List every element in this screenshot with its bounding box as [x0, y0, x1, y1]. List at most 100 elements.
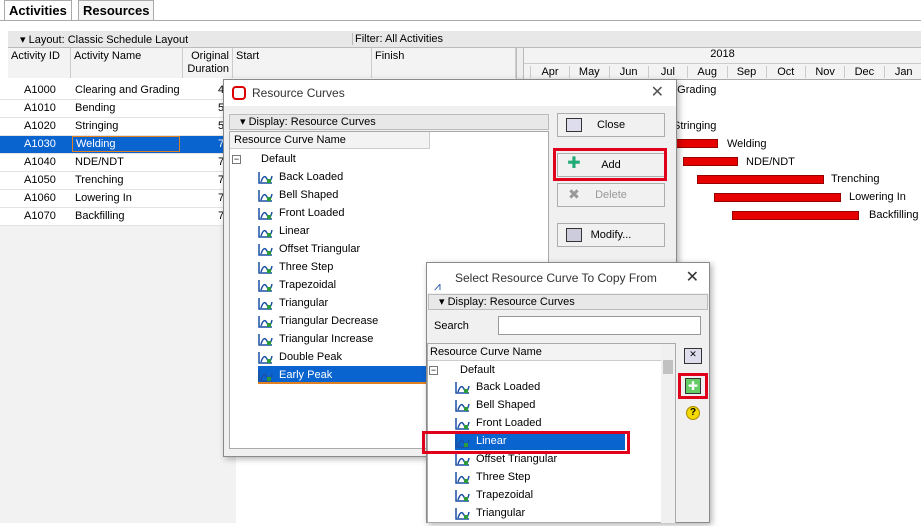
- resource-curve-icon: [455, 453, 470, 466]
- activity-name-cell: Stringing: [75, 120, 119, 132]
- gantt-bar-lowering[interactable]: [714, 193, 841, 202]
- month-label: Jul: [647, 66, 687, 78]
- resource-curve-item[interactable]: Offset Triangular: [258, 240, 360, 258]
- activity-id-cell: A1030: [24, 138, 56, 150]
- copy-curve-label: Three Step: [476, 471, 531, 483]
- resource-curve-icon: [258, 351, 273, 364]
- gantt-bar-trenching[interactable]: [697, 175, 824, 184]
- table-row[interactable]: A1020 Stringing 5: [0, 118, 236, 136]
- resource-curve-icon: [455, 507, 470, 520]
- table-row[interactable]: A1010 Bending 5: [0, 100, 236, 118]
- month-label: Nov: [805, 66, 844, 78]
- collapse-icon[interactable]: −: [232, 155, 241, 164]
- resource-curve-item[interactable]: Early Peak: [258, 366, 428, 384]
- close-window-icon: [566, 118, 582, 132]
- activity-id-cell: A1000: [24, 84, 56, 96]
- rc-tree-root[interactable]: − Default: [232, 150, 296, 168]
- activity-name-cell: Clearing and Grading: [75, 84, 180, 96]
- resource-curve-icon: [258, 333, 273, 346]
- chevron-down-icon: ▾: [439, 296, 448, 308]
- help-icon[interactable]: ?: [686, 406, 700, 420]
- table-row[interactable]: A1030 Welding 7: [0, 136, 236, 154]
- chevron-down-icon: ▾: [240, 116, 249, 128]
- tab-activities[interactable]: Activities: [4, 0, 72, 20]
- resource-curve-icon: [455, 471, 470, 484]
- resource-curve-label: Double Peak: [279, 351, 342, 363]
- col-activity-id[interactable]: Activity ID: [8, 48, 71, 78]
- close-icon[interactable]: ✕: [686, 263, 699, 293]
- resource-curve-icon: [258, 207, 273, 220]
- month-label: Jun: [608, 66, 648, 78]
- activity-id-cell: A1060: [24, 192, 56, 204]
- tab-resources[interactable]: Resources: [78, 0, 155, 20]
- activity-name-cell: Backfilling: [75, 210, 125, 222]
- rc-display-bar[interactable]: ▾ Display: Resource Curves: [229, 114, 549, 130]
- copy-curve-item[interactable]: Trapezoidal: [455, 486, 533, 504]
- modify-icon: [566, 228, 582, 242]
- month-label: Apr: [530, 66, 569, 78]
- table-row[interactable]: A1000 Clearing and Grading 4: [0, 82, 236, 100]
- table-row[interactable]: A1060 Lowering In 7: [0, 190, 236, 208]
- tab-divider: [0, 20, 921, 21]
- resource-curve-label: Linear: [279, 225, 310, 237]
- copy-curve-label: Offset Triangular: [476, 453, 558, 465]
- activity-name-cell: NDE/NDT: [75, 156, 124, 168]
- close-icon[interactable]: ✕: [651, 80, 664, 106]
- activity-name-cell: Trenching: [75, 174, 124, 186]
- table-row[interactable]: A1070 Backfilling 7: [0, 208, 236, 226]
- resource-curve-item[interactable]: Back Loaded: [258, 168, 343, 186]
- filter-label[interactable]: Filter: All Activities: [352, 33, 443, 45]
- activity-id-cell: A1070: [24, 210, 56, 222]
- table-row[interactable]: A1040 NDE/NDT 7: [0, 154, 236, 172]
- resource-curve-item[interactable]: Front Loaded: [258, 204, 344, 222]
- scrollbar[interactable]: [661, 344, 675, 523]
- resource-curve-item[interactable]: Double Peak: [258, 348, 342, 366]
- modify-button[interactable]: Modify...: [557, 223, 665, 247]
- gantt-bar-nde[interactable]: [683, 157, 738, 166]
- copy-curve-item[interactable]: Front Loaded: [455, 414, 541, 432]
- resource-curve-label: Triangular Decrease: [279, 315, 379, 327]
- copy-curve-item[interactable]: Back Loaded: [455, 378, 540, 396]
- resource-curve-item[interactable]: Triangular Decrease: [258, 312, 378, 330]
- gantt-label-trenching: Trenching: [831, 173, 880, 185]
- month-label: Dec: [844, 66, 883, 78]
- rc-col-header[interactable]: Resource Curve Name: [230, 132, 430, 149]
- col-finish[interactable]: Finish: [372, 48, 516, 78]
- resource-curve-icon: [455, 399, 470, 412]
- copy-curve-label: Bell Shaped: [476, 399, 536, 411]
- copy-curve-item[interactable]: Triangular: [455, 504, 525, 522]
- copy-col-header[interactable]: Resource Curve Name: [428, 344, 661, 361]
- resource-curve-item[interactable]: Linear: [258, 222, 310, 240]
- activity-name-cell: Bending: [75, 102, 116, 114]
- resource-curve-item[interactable]: Bell Shaped: [258, 186, 338, 204]
- copy-tree-root[interactable]: − Default: [429, 361, 495, 379]
- gantt-year: 2018: [524, 48, 921, 64]
- resource-curve-item[interactable]: Trapezoidal: [258, 276, 336, 294]
- resource-curve-label: Bell Shaped: [279, 189, 339, 201]
- delete-button[interactable]: ✖ Delete: [557, 183, 665, 207]
- col-activity-name[interactable]: Activity Name: [71, 48, 183, 78]
- copy-curve-item[interactable]: Three Step: [455, 468, 530, 486]
- resource-curve-icon: [258, 297, 273, 310]
- collapse-icon[interactable]: −: [429, 366, 438, 375]
- add-copy-highlight: [678, 373, 708, 399]
- copy-display-bar[interactable]: ▾ Display: Resource Curves: [428, 294, 708, 310]
- col-start[interactable]: Start: [233, 48, 372, 78]
- close-window-icon[interactable]: ✕: [684, 348, 702, 364]
- search-input[interactable]: [498, 316, 701, 335]
- gantt-bar-backfilling[interactable]: [732, 211, 859, 220]
- resource-curve-icon: [258, 369, 273, 382]
- layout-dropdown[interactable]: ▾ Layout: Classic Schedule Layout: [20, 33, 188, 46]
- resource-curve-item[interactable]: Three Step: [258, 258, 333, 276]
- col-original-duration[interactable]: Original Duration: [183, 48, 233, 78]
- resource-curve-icon: [258, 243, 273, 256]
- resource-curve-item[interactable]: Triangular: [258, 294, 328, 312]
- add-highlight: [553, 148, 667, 181]
- resource-curve-label: Triangular Increase: [279, 333, 374, 345]
- resource-curve-item[interactable]: Triangular Increase: [258, 330, 373, 348]
- resource-curve-label: Triangular: [279, 297, 329, 309]
- gantt-label-stringing: Stringing: [673, 120, 717, 132]
- close-button[interactable]: Close: [557, 113, 665, 137]
- copy-curve-item[interactable]: Bell Shaped: [455, 396, 535, 414]
- table-row[interactable]: A1050 Trenching 7: [0, 172, 236, 190]
